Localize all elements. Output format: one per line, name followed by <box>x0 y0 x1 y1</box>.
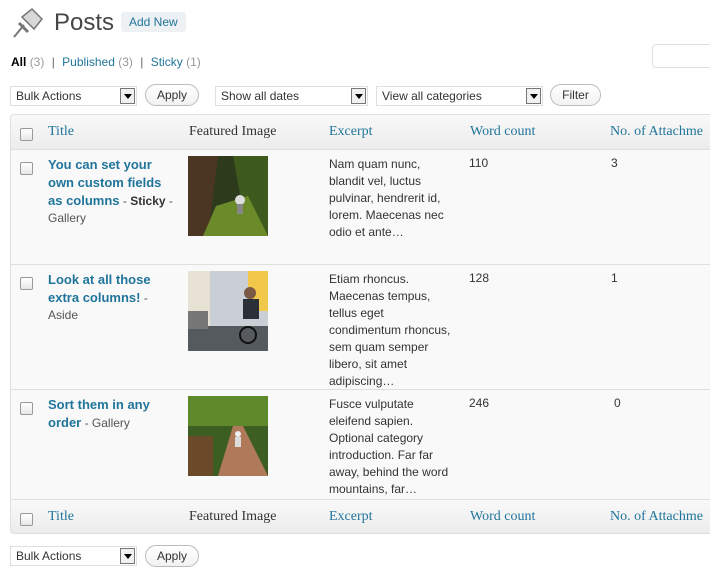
attachments-cell: 3 <box>611 156 618 170</box>
dropdown-arrow-icon <box>526 88 541 104</box>
sticky-count: (1) <box>186 55 201 69</box>
row-checkbox[interactable] <box>20 277 33 290</box>
dropdown-arrow-icon <box>351 88 366 104</box>
table-footer: Title Featured Image Excerpt Word count … <box>11 499 710 533</box>
select-all-checkbox[interactable] <box>20 128 33 141</box>
dropdown-arrow-icon <box>120 548 135 564</box>
post-state: Sticky <box>130 194 166 208</box>
featured-image <box>188 396 268 476</box>
post-status-filter: All (3) | Published (3) | Sticky (1) <box>11 55 201 69</box>
table-row: Sort them in any order - Gallery Fusce v… <box>11 390 710 498</box>
column-word-count[interactable]: Word count <box>470 124 535 140</box>
view-all-link[interactable]: All <box>11 55 26 69</box>
column-word-count-footer[interactable]: Word count <box>470 509 535 525</box>
attachments-cell: 1 <box>611 271 618 285</box>
page-header: Posts Add New <box>10 5 700 45</box>
excerpt-cell: Nam quam nunc, blandit vel, luctus pulvi… <box>329 157 444 239</box>
select-all-checkbox-footer[interactable] <box>20 513 33 526</box>
column-attachments-footer[interactable]: No. of Attachme <box>610 509 703 525</box>
pushpin-icon <box>13 7 44 38</box>
filter-button[interactable]: Filter <box>550 84 601 106</box>
title-cell: You can set your own custom fields as co… <box>48 156 173 227</box>
post-title-link[interactable]: Look at all those extra columns! <box>48 272 151 305</box>
apply-button-bottom[interactable]: Apply <box>145 545 199 567</box>
post-format: Gallery <box>91 416 130 430</box>
word-count-cell: 246 <box>469 396 490 410</box>
view-published-link[interactable]: Published <box>62 55 115 69</box>
featured-image <box>188 156 268 236</box>
posts-table: Title Featured Image Excerpt Word count … <box>10 114 710 534</box>
table-row: You can set your own custom fields as co… <box>11 150 710 265</box>
categories-value: View all categories <box>382 89 482 103</box>
view-sticky-link[interactable]: Sticky <box>151 55 183 69</box>
excerpt-cell: Etiam rhoncus. Maecenas tempus, tellus e… <box>329 272 451 388</box>
separator: | <box>140 55 144 69</box>
column-title-footer[interactable]: Title <box>48 509 74 525</box>
word-count-cell: 110 <box>469 156 489 170</box>
table-row: Look at all those extra columns! - Aside… <box>11 265 710 390</box>
title-cell: Sort them in any order - Gallery <box>48 396 173 432</box>
bulk-actions-select[interactable]: Bulk Actions <box>10 86 137 106</box>
published-count: (3) <box>118 55 133 69</box>
dates-value: Show all dates <box>221 89 300 103</box>
dates-select[interactable]: Show all dates <box>215 86 368 106</box>
separator: - <box>165 194 173 208</box>
apply-button[interactable]: Apply <box>145 84 199 106</box>
attachments-cell: 0 <box>614 396 621 410</box>
bulk-actions-value: Bulk Actions <box>16 89 82 103</box>
bulk-actions-value: Bulk Actions <box>16 549 82 563</box>
bulk-actions-select-bottom[interactable]: Bulk Actions <box>10 546 137 566</box>
separator: - <box>119 194 131 208</box>
row-checkbox[interactable] <box>20 162 33 175</box>
dropdown-arrow-icon <box>120 88 135 104</box>
column-featured-image-footer: Featured Image <box>189 509 277 524</box>
post-format: Gallery <box>48 211 87 225</box>
column-title[interactable]: Title <box>48 124 74 140</box>
page-title: Posts <box>54 9 115 36</box>
separator: - <box>81 416 92 430</box>
column-excerpt[interactable]: Excerpt <box>329 124 373 140</box>
categories-select[interactable]: View all categories <box>376 86 543 106</box>
column-attachments[interactable]: No. of Attachme <box>610 124 703 140</box>
separator: | <box>51 55 55 69</box>
add-new-button[interactable]: Add New <box>121 12 186 32</box>
all-count: (3) <box>29 55 45 69</box>
word-count-cell: 128 <box>469 271 490 285</box>
featured-image <box>188 271 268 351</box>
excerpt-cell: Fusce vulputate eleifend sapien. Optiona… <box>329 397 449 496</box>
column-excerpt-footer[interactable]: Excerpt <box>329 509 373 525</box>
search-input[interactable] <box>652 44 710 68</box>
separator: - <box>140 291 148 305</box>
column-featured-image: Featured Image <box>189 124 277 139</box>
table-header: Title Featured Image Excerpt Word count … <box>11 115 710 150</box>
post-format: Aside <box>48 308 79 322</box>
title-cell: Look at all those extra columns! - Aside <box>48 271 173 324</box>
row-checkbox[interactable] <box>20 402 33 415</box>
